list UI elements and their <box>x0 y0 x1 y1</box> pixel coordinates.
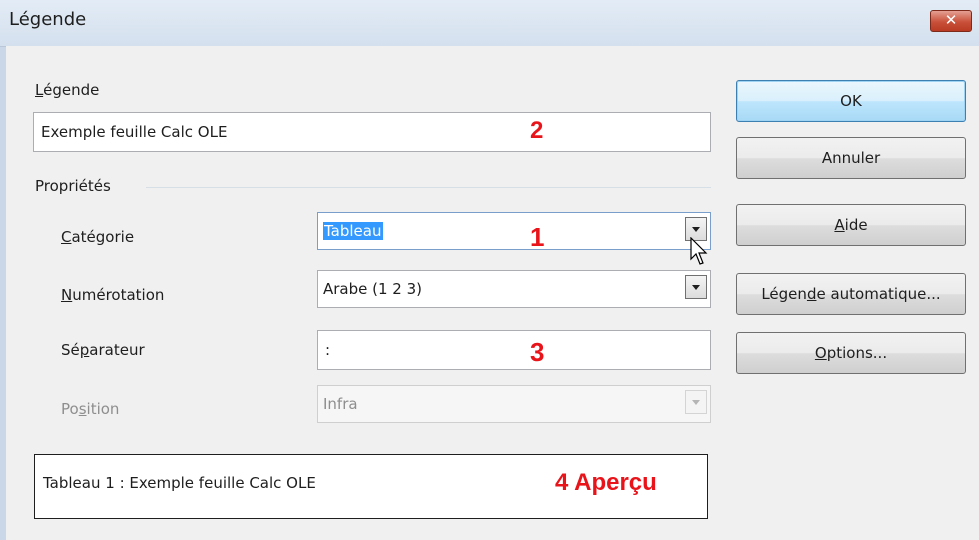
options-button-label: ptions... <box>826 344 888 362</box>
ok-button[interactable]: OK <box>736 80 966 122</box>
caption-preview: Tableau 1 : Exemple feuille Calc OLE 4 A… <box>34 454 708 519</box>
separator-input-value: : <box>325 341 331 359</box>
caption-label-mnemonic: L <box>35 81 44 99</box>
position-label-pre: Po <box>61 400 79 418</box>
caption-input[interactable]: Exemple feuille Calc OLE <box>33 112 711 152</box>
close-button[interactable]: ✕ <box>930 10 972 32</box>
caption-label: Légende <box>35 81 99 99</box>
window-title: Légende <box>9 9 87 30</box>
separator-label: Séparateur <box>61 341 145 359</box>
numbering-label-rest: umérotation <box>72 286 165 304</box>
annotation-4: 4 Aperçu <box>555 469 657 496</box>
numbering-label-mnemonic: N <box>61 286 73 304</box>
category-label: Catégorie <box>61 228 134 246</box>
annotation-3: 3 <box>530 337 545 367</box>
help-button-mnemonic: A <box>834 216 845 234</box>
title-bar: Légende ✕ <box>0 0 979 47</box>
caption-input-value: Exemple feuille Calc OLE <box>41 123 228 141</box>
caption-label-rest: égende <box>43 81 100 99</box>
annotation-1: 1 <box>530 222 545 252</box>
auto-caption-label-post: e automatique... <box>816 285 941 303</box>
position-combobox: Infra <box>317 385 711 423</box>
options-button-mnemonic: O <box>814 344 827 362</box>
properties-divider <box>146 187 711 188</box>
auto-caption-label-pre: Légen <box>761 285 807 303</box>
separator-input[interactable]: : <box>317 330 711 370</box>
separator-label-mnemonic: p <box>79 341 90 359</box>
category-combobox[interactable]: Tableau <box>317 212 711 250</box>
category-selected-value: Tableau <box>323 222 383 240</box>
numbering-combobox[interactable]: Arabe (1 2 3) <box>317 270 711 308</box>
properties-heading: Propriétés <box>35 177 111 195</box>
numbering-value: Arabe (1 2 3) <box>323 280 423 298</box>
auto-caption-button[interactable]: Légende automatique... <box>736 273 966 315</box>
numbering-dropdown-button[interactable] <box>685 275 707 299</box>
numbering-label: Numérotation <box>61 286 164 304</box>
position-value: Infra <box>323 395 358 413</box>
mouse-cursor-icon <box>690 237 708 265</box>
chevron-down-icon <box>692 284 700 290</box>
options-button[interactable]: Options... <box>736 332 966 374</box>
cancel-button-label: Annuler <box>821 149 881 167</box>
preview-text: Tableau 1 : Exemple feuille Calc OLE <box>43 474 316 492</box>
help-button-label: ide <box>844 216 868 234</box>
separator-label-pre: Sé <box>61 341 80 359</box>
help-button[interactable]: Aide <box>736 204 966 246</box>
category-label-rest: atégorie <box>71 228 135 246</box>
ok-button-label: OK <box>840 92 862 110</box>
annotation-2: 2 <box>530 117 544 144</box>
separator-label-post: arateur <box>89 341 145 359</box>
close-icon: ✕ <box>944 11 958 29</box>
chevron-down-icon <box>692 399 700 405</box>
position-dropdown-button <box>685 390 707 414</box>
position-label-mnemonic: s <box>78 400 87 418</box>
position-label-post: ition <box>86 400 120 418</box>
cancel-button[interactable]: Annuler <box>736 137 966 179</box>
chevron-down-icon <box>692 226 700 232</box>
position-label: Position <box>61 400 119 418</box>
category-label-mnemonic: C <box>61 228 72 246</box>
